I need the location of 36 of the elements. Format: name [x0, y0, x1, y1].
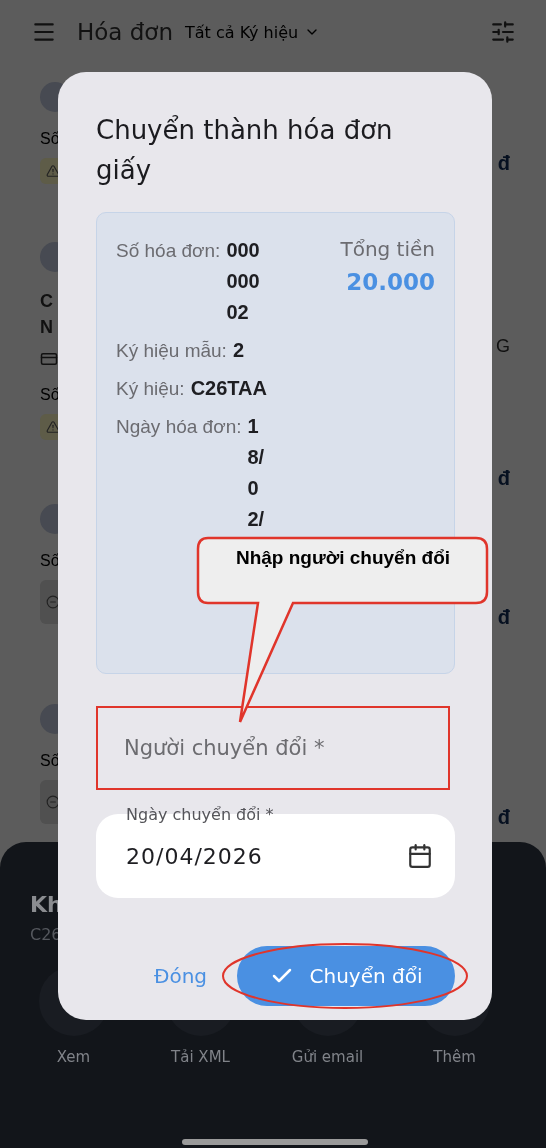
invoice-title: N: [40, 316, 54, 339]
info-value: 18/02/: [247, 414, 266, 532]
info-label: Ký hiệu:: [116, 377, 185, 401]
action-label: Xem: [56, 1048, 91, 1066]
convert-button[interactable]: Chuyển đổi: [237, 946, 455, 1006]
info-value: C26TAA: [190, 376, 267, 401]
info-label: Số hóa đơn:: [116, 239, 221, 263]
page-title: Hóa đơn: [77, 19, 174, 45]
warning-icon: [46, 420, 60, 434]
dialog-title: Chuyển thành hóa đơn giấy: [96, 114, 394, 187]
calendar-icon[interactable]: [407, 843, 433, 869]
amount: đ: [497, 606, 510, 629]
filter-settings-icon[interactable]: [490, 19, 516, 45]
info-label: Ký hiệu mẫu:: [116, 339, 227, 363]
amount: đ: [497, 467, 510, 490]
converter-input-field[interactable]: Người chuyển đổi *: [96, 706, 450, 790]
minus-circle-icon: [46, 795, 60, 809]
info-value: 2: [232, 338, 245, 363]
callout-text: Nhập người chuyển đổi: [234, 546, 452, 570]
total-label: Tổng tiền: [340, 237, 435, 261]
invoice-title: C: [40, 290, 54, 313]
info-label: Ngày hóa đơn:: [116, 415, 242, 439]
action-label: Gửi email: [291, 1048, 364, 1066]
close-button[interactable]: Đóng: [153, 964, 207, 988]
info-value: 00000002: [226, 238, 261, 325]
date-field-label: Ngày chuyển đổi *: [126, 804, 275, 826]
total-value: 20.000: [346, 269, 435, 295]
amount: đ: [497, 806, 510, 829]
amount: đ: [497, 152, 510, 175]
action-label: Thêm: [433, 1048, 476, 1066]
symbol-filter-dropdown[interactable]: Tất cả Ký hiệu: [185, 22, 321, 42]
action-label: Tải XML: [171, 1048, 230, 1066]
warning-icon: [46, 164, 60, 178]
date-value: 20/04/2026: [126, 843, 263, 869]
invoice-title: G: [496, 336, 510, 357]
minus-circle-icon: [46, 595, 60, 609]
